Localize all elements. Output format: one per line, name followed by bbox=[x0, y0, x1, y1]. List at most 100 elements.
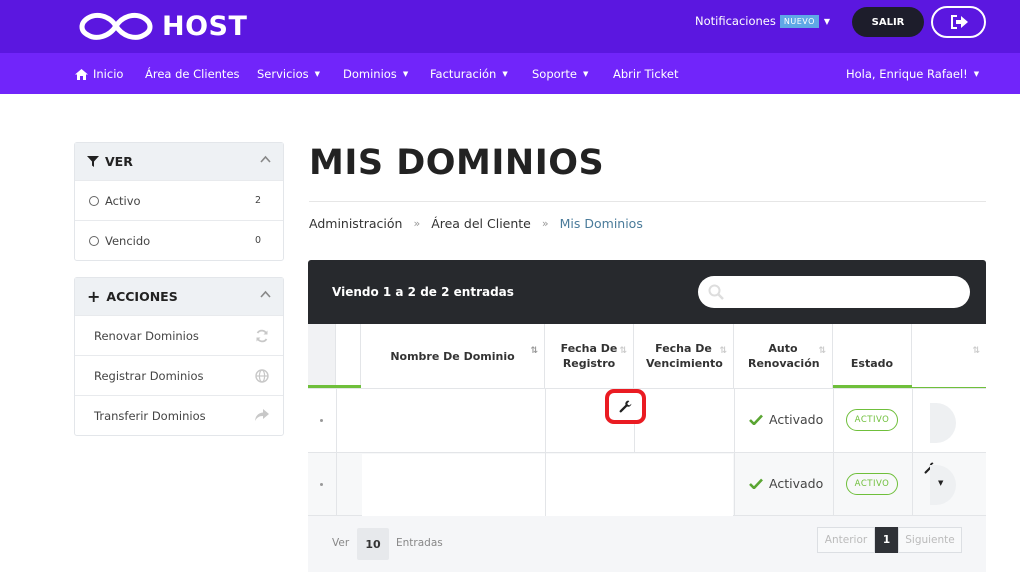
divider bbox=[336, 453, 337, 515]
nav-label: Dominios bbox=[343, 67, 397, 81]
nav-label: Inicio bbox=[93, 67, 124, 81]
divider bbox=[545, 389, 546, 452]
filter-panel: VER Activo 2 Vencido 0 bbox=[74, 142, 284, 261]
divider bbox=[833, 453, 834, 515]
sort-asc-icon: ⇅ bbox=[530, 346, 538, 356]
action-register-domains[interactable]: Registrar Dominios bbox=[75, 355, 283, 395]
divider bbox=[734, 389, 735, 452]
col-domain-name[interactable]: Nombre De Dominio ⇅ bbox=[361, 324, 545, 388]
divider bbox=[833, 389, 834, 452]
col-label: Nombre De Dominio bbox=[390, 349, 515, 363]
table-header-row: Nombre De Dominio ⇅ Fecha De Registro ⇅ … bbox=[308, 324, 986, 388]
col-expiration-date[interactable]: Fecha De Vencimiento ⇅ bbox=[634, 324, 734, 388]
notifications-label: Notificaciones bbox=[695, 14, 776, 28]
actions-panel: + ACCIONES Renovar Dominios Registrar Do… bbox=[74, 277, 284, 436]
pagination-next[interactable]: Siguiente bbox=[898, 527, 962, 553]
col-actions[interactable]: ⇅ bbox=[912, 324, 986, 388]
actions-panel-title: ACCIONES bbox=[106, 289, 178, 304]
redacted-cell bbox=[546, 454, 733, 516]
col-auto-renew[interactable]: Auto Renovación ⇅ bbox=[734, 324, 833, 388]
chevron-up-icon[interactable] bbox=[260, 155, 271, 163]
nav-item-abrir-ticket[interactable]: Abrir Ticket bbox=[613, 67, 679, 81]
breadcrumb-link-admin[interactable]: Administración bbox=[309, 216, 402, 231]
page-title: MIS DOMINIOS bbox=[309, 143, 605, 183]
row-dot bbox=[320, 483, 323, 486]
action-label: Registrar Dominios bbox=[94, 368, 204, 383]
sort-icon: ⇅ bbox=[818, 346, 826, 356]
action-transfer-domains[interactable]: Transferir Dominios bbox=[75, 395, 283, 435]
page-size-label: Ver bbox=[332, 537, 350, 549]
logout-icon-button[interactable] bbox=[931, 6, 986, 38]
logo[interactable]: HOST bbox=[76, 9, 247, 43]
globe-icon bbox=[255, 369, 269, 383]
plus-icon: + bbox=[87, 286, 101, 306]
chevron-down-icon: ▼ bbox=[973, 70, 980, 78]
nav-label: Facturación bbox=[430, 67, 497, 81]
nav-label: Servicios bbox=[257, 67, 309, 81]
pagination-prev[interactable]: Anterior bbox=[817, 527, 875, 553]
filter-item-label: Vencido bbox=[105, 233, 151, 248]
col-label: Auto Renovación bbox=[748, 342, 820, 370]
table-info: Viendo 1 a 2 de 2 entradas bbox=[332, 285, 514, 299]
action-label: Renovar Dominios bbox=[94, 328, 199, 343]
check-icon bbox=[749, 478, 763, 489]
col-status[interactable]: Estado bbox=[833, 324, 912, 388]
filter-item-vencido[interactable]: Vencido 0 bbox=[75, 220, 283, 260]
sign-out-icon bbox=[950, 15, 968, 29]
auto-renew-cell: Activado bbox=[749, 476, 823, 491]
breadcrumb-separator: » bbox=[541, 217, 549, 230]
nav-item-inicio[interactable]: Inicio bbox=[75, 67, 123, 81]
auto-renew-cell: Activado bbox=[749, 412, 823, 427]
filter-icon bbox=[87, 156, 99, 167]
nav-item-servicios[interactable]: Servicios ▼ bbox=[257, 67, 320, 81]
table-row[interactable]: Activado ACTIVO ▼ bbox=[308, 452, 986, 516]
divider bbox=[734, 453, 735, 515]
action-renew-domains[interactable]: Renovar Dominios bbox=[75, 315, 283, 355]
page-size-select[interactable]: 10 bbox=[357, 528, 389, 560]
filter-item-count: 0 bbox=[254, 235, 261, 246]
col-label: Estado bbox=[850, 356, 894, 370]
action-label: Transferir Dominios bbox=[94, 408, 206, 423]
nav-item-facturacion[interactable]: Facturación ▼ bbox=[430, 67, 508, 81]
user-menu[interactable]: Hola, Enrique Rafael! ▼ bbox=[846, 67, 979, 81]
caret-down-icon: ▼ bbox=[938, 479, 944, 487]
chevron-up-icon[interactable] bbox=[260, 290, 271, 298]
row-actions-dropdown[interactable]: ▼ bbox=[930, 465, 956, 505]
row-actions-dropdown[interactable] bbox=[930, 403, 956, 443]
divider bbox=[309, 201, 986, 202]
domains-table: Nombre De Dominio ⇅ Fecha De Registro ⇅ … bbox=[308, 324, 986, 516]
row-dot bbox=[320, 419, 323, 422]
radio-icon[interactable] bbox=[89, 235, 99, 246]
table-search-input[interactable] bbox=[698, 276, 970, 308]
table-row[interactable]: Activado ACTIVO bbox=[308, 388, 986, 452]
nav-item-dominios[interactable]: Dominios ▼ bbox=[343, 67, 408, 81]
breadcrumb-separator: » bbox=[413, 217, 421, 230]
nav-label: Soporte bbox=[532, 67, 577, 81]
nav-item-soporte[interactable]: Soporte ▼ bbox=[532, 67, 588, 81]
wrench-icon bbox=[619, 400, 632, 413]
sort-icon: ⇅ bbox=[619, 346, 627, 356]
chevron-down-icon: ▼ bbox=[823, 16, 831, 26]
nav-label: Área de Clientes bbox=[145, 67, 240, 81]
search-icon bbox=[708, 284, 724, 300]
manage-domain-button[interactable] bbox=[605, 389, 646, 424]
breadcrumb-link-client-area[interactable]: Área del Cliente bbox=[431, 216, 531, 231]
filter-item-activo[interactable]: Activo 2 bbox=[75, 180, 283, 220]
top-header: HOST Notificaciones NUEVO ▼ SALIR bbox=[0, 0, 1020, 53]
col-registration-date[interactable]: Fecha De Registro ⇅ bbox=[545, 324, 634, 388]
filter-panel-header[interactable]: VER bbox=[75, 143, 283, 180]
logo-text: HOST bbox=[162, 10, 248, 42]
radio-icon[interactable] bbox=[89, 195, 99, 206]
logout-text-button[interactable]: SALIR bbox=[852, 7, 924, 37]
pagination-current-page[interactable]: 1 bbox=[875, 527, 898, 553]
auto-renew-value: Activado bbox=[769, 412, 824, 427]
actions-panel-header[interactable]: + ACCIONES bbox=[75, 278, 283, 315]
chevron-down-icon: ▼ bbox=[314, 70, 321, 78]
nav-label: Abrir Ticket bbox=[613, 67, 679, 81]
nav-item-area-clientes[interactable]: Área de Clientes bbox=[145, 67, 240, 81]
filter-panel-title: VER bbox=[105, 154, 133, 169]
col-label: Fecha De Vencimiento bbox=[646, 342, 723, 370]
notifications-menu[interactable]: Notificaciones NUEVO ▼ bbox=[695, 14, 830, 28]
entries-label: Entradas bbox=[396, 537, 443, 549]
sort-icon: ⇅ bbox=[972, 346, 980, 356]
